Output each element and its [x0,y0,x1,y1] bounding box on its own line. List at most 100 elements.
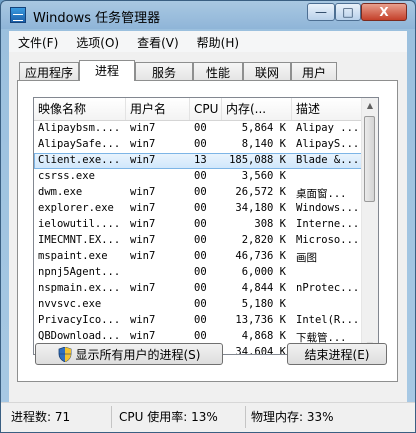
process-row[interactable]: nvvsvc.exe 00 5,180 K [34,297,364,313]
tab-services[interactable]: 服务 [135,62,193,80]
process-row[interactable]: IMECMNT.EX... win7 00 2,820 K Microso... [34,233,364,249]
process-user-cell: win7 [130,314,156,326]
process-description-cell: nProtec... [296,282,360,294]
process-cpu-cell: 00 [194,250,207,262]
process-user-cell: win7 [130,186,156,198]
process-row[interactable]: Client.exe... win7 13 185,088 K Blade &... [34,153,364,169]
process-cpu-cell: 00 [194,218,207,230]
process-user-cell: win7 [130,138,156,150]
menu-view[interactable]: 查看(V) [128,31,188,52]
process-description-cell: Alipay ... [296,122,360,134]
process-name-cell: csrss.exe [38,170,95,182]
column-image-name[interactable]: 映像名称 [34,98,126,120]
tab-networking[interactable]: 联网 [243,62,291,80]
menu-bar: 文件(F) 选项(O) 查看(V) 帮助(H) [9,31,407,52]
process-list[interactable]: 映像名称 用户名 CPU 内存(... 描述 Alipaybsm.... win7… [33,97,379,355]
process-memory-cell: 8,140 K [241,138,286,150]
minimize-button[interactable]: — [307,3,335,21]
end-process-button[interactable]: 结束进程(E) [287,343,387,365]
process-row[interactable]: dwm.exe win7 00 26,572 K 桌面窗... [34,185,364,201]
process-name-cell: PrivacyIco... [38,314,121,326]
tab-users[interactable]: 用户 [291,62,337,80]
process-user-cell [130,170,190,185]
process-cpu-cell: 00 [194,186,207,198]
process-description-cell: Blade &... [296,154,360,166]
process-description-cell: Windows... [296,202,360,214]
status-separator [245,406,246,428]
tab-performance[interactable]: 性能 [193,62,243,80]
column-cpu[interactable]: CPU [190,98,222,120]
show-all-users-button[interactable]: 显示所有用户的进程(S) [35,343,223,365]
status-process-count: 进程数: 71 [11,410,71,424]
task-manager-window: Windows 任务管理器 — □ X 文件(F) 选项(O) 查看(V) 帮助… [0,0,416,433]
process-description-cell: Interne... [296,218,360,230]
process-row[interactable]: mspaint.exe win7 00 46,736 K 画图 [34,249,364,265]
column-description[interactable]: 描述 [292,98,364,120]
column-memory[interactable]: 内存(... [222,98,292,120]
process-description-cell: Intel(R... [296,314,360,326]
process-memory-cell: 185,088 K [229,154,286,166]
process-user-cell: win7 [130,202,156,214]
process-memory-cell: 13,736 K [235,314,286,326]
close-button[interactable]: X [361,3,407,21]
menu-help[interactable]: 帮助(H) [188,31,248,52]
process-user-cell: win7 [130,250,156,262]
window-client-area: 文件(F) 选项(O) 查看(V) 帮助(H) 应用程序 进程 服务 性能 联网… [9,31,407,402]
process-cpu-cell: 13 [194,154,207,166]
list-header: 映像名称 用户名 CPU 内存(... 描述 [34,98,364,121]
process-memory-cell: 308 K [254,218,286,230]
scroll-thumb[interactable] [364,116,375,202]
maximize-button[interactable]: □ [335,3,361,21]
process-cpu-cell: 00 [194,122,207,134]
status-physical-memory: 物理内存: 33% [251,410,334,424]
process-name-cell: IMECMNT.EX... [38,234,121,246]
process-name-cell: npnj5Agent... [38,266,121,278]
uac-shield-icon [58,346,71,362]
process-memory-cell: 4,868 K [241,330,286,342]
scroll-up-icon[interactable]: ▲ [362,98,378,114]
column-user-name[interactable]: 用户名 [126,98,190,120]
process-user-cell: win7 [130,154,156,166]
process-memory-cell: 3,560 K [241,170,286,182]
process-name-cell: ielowutil.... [38,218,121,230]
process-name-cell: dwm.exe [38,186,83,198]
status-separator [111,406,112,428]
process-row[interactable]: nspmain.ex... win7 00 4,844 K nProtec... [34,281,364,297]
title-bar[interactable]: Windows 任务管理器 — □ X [1,1,415,29]
tab-processes[interactable]: 进程 [79,60,135,81]
process-row[interactable]: npnj5Agent... 00 6,000 K [34,265,364,281]
menu-file[interactable]: 文件(F) [9,31,67,52]
process-user-cell: win7 [130,218,156,230]
process-name-cell: Client.exe... [38,154,121,166]
process-cpu-cell: 00 [194,282,207,294]
process-description-cell: 桌面窗... [296,188,347,200]
process-name-cell: explorer.exe [38,202,114,214]
process-memory-cell: 26,572 K [235,186,286,198]
process-cpu-cell: 00 [194,266,207,278]
task-manager-icon [10,7,26,23]
menu-options[interactable]: 选项(O) [67,31,128,52]
process-row[interactable]: csrss.exe 00 3,560 K [34,169,364,185]
vertical-scrollbar[interactable]: ▲ ▼ [361,98,378,354]
process-name-cell: AlipaySafe... [38,138,121,150]
process-row[interactable]: AlipaySafe... win7 00 8,140 K AlipayS... [34,137,364,153]
tab-strip: 应用程序 进程 服务 性能 联网 用户 [17,60,397,81]
process-name-cell: nvvsvc.exe [38,298,102,310]
process-description-cell [296,298,362,313]
process-memory-cell: 46,736 K [235,250,286,262]
process-user-cell: win7 [130,282,156,294]
processes-panel: 映像名称 用户名 CPU 内存(... 描述 Alipaybsm.... win7… [17,80,398,382]
process-row[interactable]: Alipaybsm.... win7 00 5,864 K Alipay ... [34,121,364,137]
process-memory-cell: 34,604 K [235,346,286,355]
process-cpu-cell: 00 [194,298,207,310]
process-user-cell [130,266,190,281]
process-cpu-cell: 00 [194,170,207,182]
tab-applications[interactable]: 应用程序 [19,62,79,80]
process-description-cell: 画图 [296,252,317,264]
process-description-cell [296,170,362,185]
process-row[interactable]: ielowutil.... win7 00 308 K Interne... [34,217,364,233]
window-title: Windows 任务管理器 [33,11,161,26]
process-row[interactable]: PrivacyIco... win7 00 13,736 K Intel(R... [34,313,364,329]
process-memory-cell: 2,820 K [241,234,286,246]
process-row[interactable]: explorer.exe win7 00 34,180 K Windows... [34,201,364,217]
